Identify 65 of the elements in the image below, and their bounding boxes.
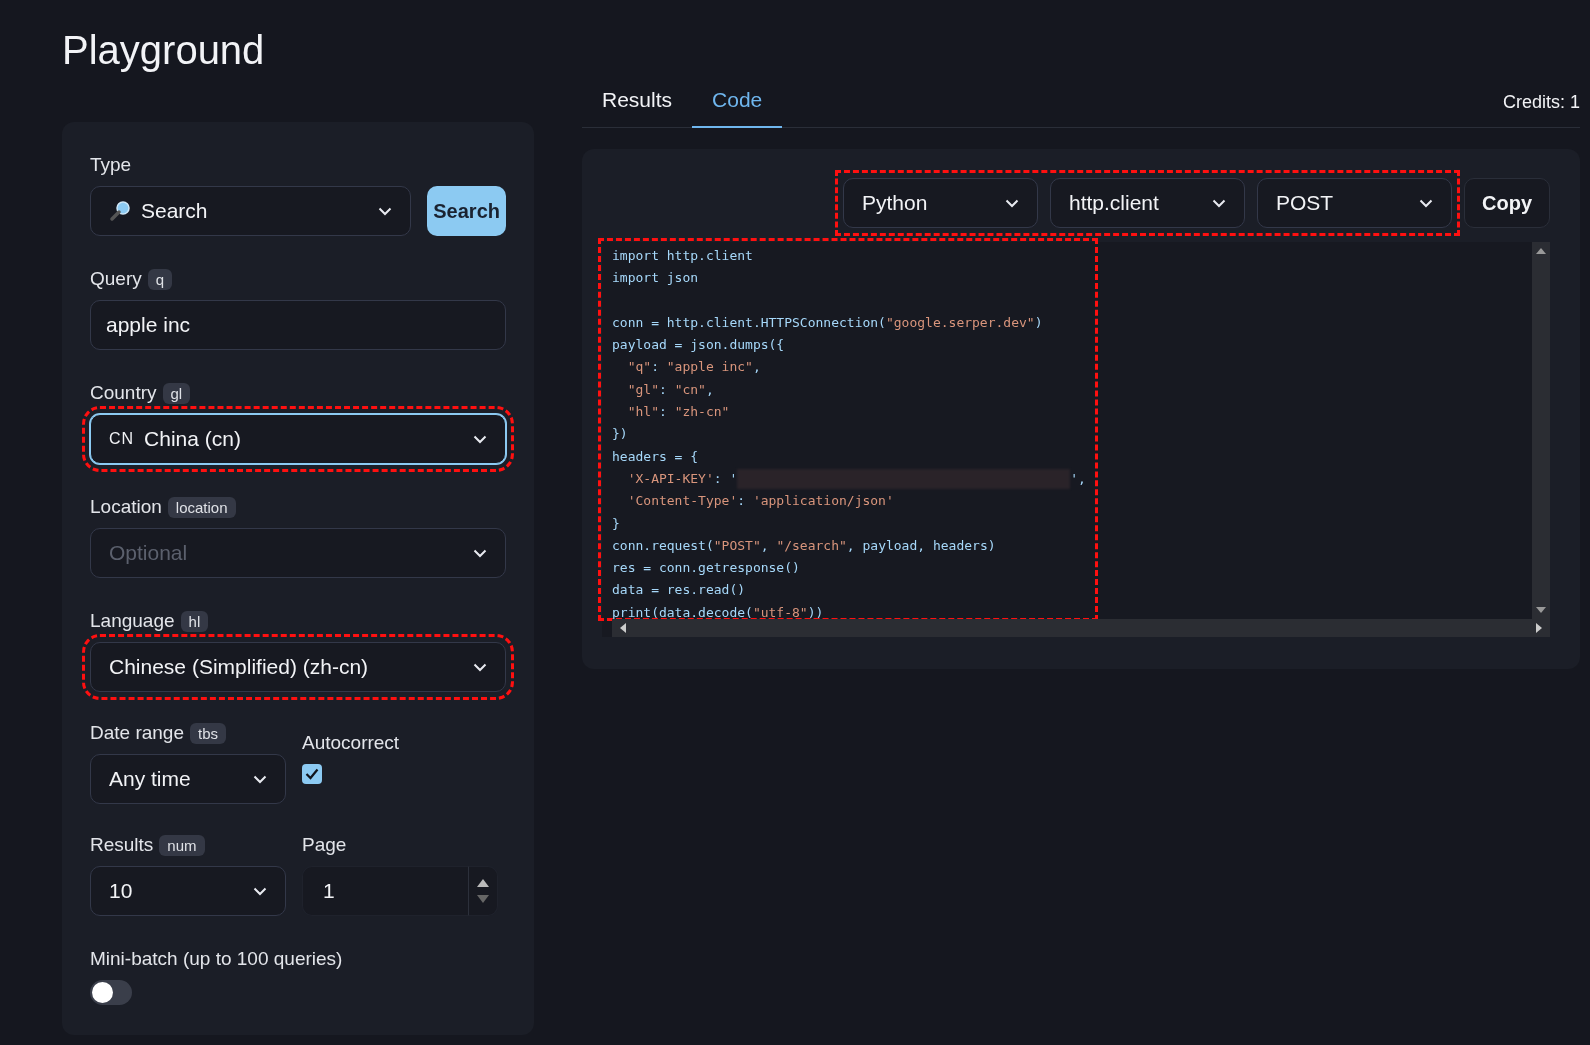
param-tag: num bbox=[159, 834, 205, 856]
param-tag: hl bbox=[180, 610, 209, 632]
chevron-down-icon bbox=[1212, 198, 1226, 208]
option-select[interactable]: http.client bbox=[1050, 178, 1245, 228]
code-line: import http.client bbox=[612, 247, 754, 265]
tab[interactable]: Code bbox=[692, 82, 783, 128]
search-button[interactable]: Search bbox=[427, 186, 506, 236]
magnifier-icon bbox=[109, 200, 131, 222]
option-select[interactable]: Python bbox=[843, 178, 1038, 228]
field-label: Date range bbox=[90, 722, 184, 744]
code-line: "gl": "cn", bbox=[626, 380, 715, 399]
chevron-down-icon bbox=[1005, 198, 1019, 208]
mini-batch-toggle[interactable] bbox=[90, 980, 132, 1005]
code-line: } bbox=[612, 514, 621, 533]
code-line: "q": "apple inc", bbox=[626, 358, 762, 377]
query-field[interactable]: apple inc bbox=[90, 300, 506, 350]
code-line: 'X-API-KEY': ' ', bbox=[612, 467, 1094, 491]
chevron-down-icon bbox=[378, 206, 393, 216]
number-spinner[interactable] bbox=[468, 866, 498, 916]
code-line: res = conn.getresponse() bbox=[612, 559, 801, 578]
field-label: Query bbox=[90, 268, 142, 290]
tab[interactable]: Results bbox=[582, 82, 693, 128]
option-select[interactable]: POST bbox=[1257, 178, 1452, 228]
field-label: Results bbox=[90, 834, 154, 856]
code-line: headers = { bbox=[612, 447, 700, 466]
credits-label: Credits: 1 bbox=[1502, 92, 1580, 113]
code-line: print(data.decode("utf-8")) bbox=[612, 603, 825, 622]
vertical-scrollbar[interactable] bbox=[1532, 242, 1550, 619]
code-line: "hl": "zh-cn" bbox=[626, 403, 731, 422]
chevron-down-icon bbox=[473, 662, 487, 672]
chevron-down-icon bbox=[473, 434, 487, 444]
chevron-down-icon bbox=[473, 548, 487, 558]
scroll-down-icon[interactable] bbox=[1536, 607, 1546, 613]
date-range-select[interactable]: Any time bbox=[90, 754, 286, 804]
field-label: Type bbox=[90, 154, 132, 176]
code-line: conn = http.client.HTTPSConnection("google.serper.dev") bbox=[612, 313, 1044, 332]
field-label: Language bbox=[90, 610, 175, 632]
code-line: }) bbox=[612, 425, 629, 444]
scroll-left-icon[interactable] bbox=[620, 623, 626, 633]
param-tag: gl bbox=[162, 382, 191, 404]
param-tag: location bbox=[167, 496, 236, 518]
scroll-right-icon[interactable] bbox=[1536, 623, 1542, 633]
page-title: Playground bbox=[62, 28, 266, 74]
chevron-down-icon bbox=[253, 774, 267, 784]
field-label: Autocorrect bbox=[302, 732, 400, 754]
chevron-down-icon bbox=[253, 886, 267, 896]
results-select[interactable]: 10 bbox=[90, 866, 286, 916]
field-label: Page bbox=[302, 834, 347, 856]
code-line: payload = json.dumps({ bbox=[612, 336, 786, 355]
field-label: Mini-batch (up to 100 queries) bbox=[90, 948, 343, 970]
code-line: data = res.read() bbox=[612, 581, 747, 600]
param-tag: q bbox=[147, 268, 173, 290]
field-label: Location bbox=[90, 496, 162, 518]
code-line: import json bbox=[612, 269, 700, 288]
scroll-up-icon[interactable] bbox=[1536, 248, 1546, 254]
param-tag: tbs bbox=[190, 722, 227, 744]
autocorrect-checkbox[interactable] bbox=[302, 764, 322, 784]
chevron-down-icon bbox=[1419, 198, 1433, 208]
code-line: 'Content-Type': 'application/json' bbox=[626, 492, 895, 511]
page-field[interactable]: 1 bbox=[302, 866, 468, 916]
horizontal-scrollbar[interactable] bbox=[612, 619, 1550, 637]
type-select[interactable]: Search bbox=[90, 186, 412, 236]
code-line: conn.request("POST", "/search", payload, headers) bbox=[612, 536, 997, 555]
copy-button[interactable]: Copy bbox=[1464, 178, 1550, 228]
field-label: Country bbox=[90, 382, 157, 404]
